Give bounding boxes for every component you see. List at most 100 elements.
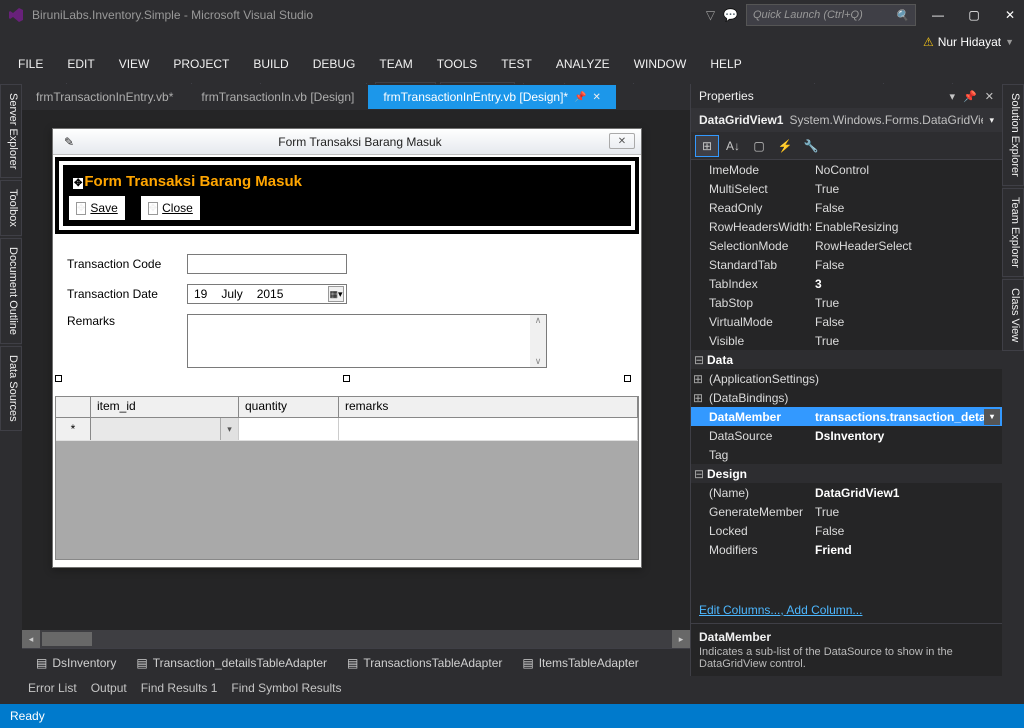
- team-explorer-tab[interactable]: Team Explorer: [1002, 188, 1024, 277]
- prop-value[interactable]: transactions.transaction_details: [815, 410, 984, 424]
- panel-menu-icon[interactable]: ▾: [950, 90, 956, 103]
- transaction-code-label[interactable]: Transaction Code: [67, 257, 187, 271]
- prop-name[interactable]: StandardTab: [691, 258, 811, 272]
- prop-value[interactable]: False: [811, 201, 1002, 215]
- form-close-icon[interactable]: ✕: [609, 133, 635, 149]
- tab-pin-icon[interactable]: 📌: [574, 92, 586, 103]
- prop-value[interactable]: True: [811, 334, 1002, 348]
- horizontal-scrollbar[interactable]: ◂ ▸: [22, 630, 690, 648]
- menu-build[interactable]: BUILD: [241, 54, 300, 76]
- toolbox-tab[interactable]: Toolbox: [0, 180, 22, 236]
- prop-value[interactable]: False: [811, 524, 1002, 538]
- prop-name[interactable]: Locked: [691, 524, 811, 538]
- tray-items-adapter[interactable]: ▤ItemsTableAdapter: [522, 656, 638, 670]
- find-results-1-tab[interactable]: Find Results 1: [141, 681, 218, 695]
- tray-transdetails-adapter[interactable]: ▤Transaction_detailsTableAdapter: [136, 656, 327, 670]
- dropdown-icon[interactable]: ▾: [984, 409, 1000, 425]
- prop-name[interactable]: Modifiers: [691, 543, 811, 557]
- cell-item-id[interactable]: ▾: [91, 418, 239, 440]
- category-design[interactable]: Design: [705, 467, 825, 481]
- collapse-icon[interactable]: ⊟: [691, 467, 705, 481]
- menu-tools[interactable]: TOOLS: [425, 54, 489, 76]
- alphabetical-button[interactable]: A↓: [721, 135, 745, 157]
- prop-value[interactable]: DataGridView1: [811, 486, 1002, 500]
- prop-value[interactable]: NoControl: [811, 163, 1002, 177]
- menu-window[interactable]: WINDOW: [622, 54, 699, 76]
- feedback-icon[interactable]: 💬: [723, 8, 738, 22]
- form-header-panel[interactable]: ✥Form Transaksi Barang Masuk ✥ Save ✥ Cl…: [63, 165, 631, 226]
- col-item-id[interactable]: item_id: [91, 397, 239, 417]
- scroll-right-icon[interactable]: ▸: [672, 630, 690, 648]
- prop-name[interactable]: Tag: [691, 448, 811, 462]
- resize-handle[interactable]: [55, 375, 62, 382]
- events-button[interactable]: ⚡: [773, 135, 797, 157]
- maximize-button[interactable]: ▢: [960, 5, 988, 25]
- combo-dropdown-icon[interactable]: ▾: [220, 418, 238, 440]
- prop-name[interactable]: ImeMode: [691, 163, 811, 177]
- prop-name[interactable]: GenerateMember: [691, 505, 811, 519]
- cell-remarks[interactable]: [339, 418, 638, 440]
- prop-value[interactable]: False: [811, 258, 1002, 272]
- scroll-up-icon[interactable]: ∧: [535, 315, 542, 326]
- menu-help[interactable]: HELP: [698, 54, 753, 76]
- property-pages-button[interactable]: 🔧: [799, 135, 823, 157]
- designer-surface[interactable]: ✎ Form Transaksi Barang Masuk ✕ ✥Form Tr…: [22, 110, 690, 676]
- menu-debug[interactable]: DEBUG: [301, 54, 368, 76]
- transaction-date-label[interactable]: Transaction Date: [67, 287, 187, 301]
- col-quantity[interactable]: quantity: [239, 397, 339, 417]
- prop-value[interactable]: EnableResizing: [811, 220, 1002, 234]
- property-grid[interactable]: ImeModeNoControl MultiSelectTrue ReadOnl…: [691, 160, 1002, 597]
- collapse-icon[interactable]: ⊟: [691, 353, 705, 367]
- tray-dsinventory[interactable]: ▤DsInventory: [36, 656, 116, 670]
- prop-value[interactable]: True: [811, 296, 1002, 310]
- prop-name[interactable]: Visible: [691, 334, 811, 348]
- prop-value[interactable]: False: [811, 315, 1002, 329]
- remarks-label[interactable]: Remarks: [67, 314, 187, 328]
- prop-name[interactable]: VirtualMode: [691, 315, 811, 329]
- col-remarks[interactable]: remarks: [339, 397, 638, 417]
- data-sources-tab[interactable]: Data Sources: [0, 346, 22, 431]
- doc-tab-3[interactable]: frmTransactionInEntry.vb [Design]*📌✕: [368, 85, 616, 109]
- category-data[interactable]: Data: [705, 353, 825, 367]
- menu-edit[interactable]: EDIT: [55, 54, 106, 76]
- selected-property-row[interactable]: DataMember transactions.transaction_deta…: [691, 407, 1002, 426]
- server-explorer-tab[interactable]: Server Explorer: [0, 84, 22, 178]
- menu-file[interactable]: FILE: [6, 54, 55, 76]
- prop-name[interactable]: (Name): [691, 486, 811, 500]
- save-form-button[interactable]: ✥ Save: [69, 196, 125, 220]
- menu-test[interactable]: TEST: [489, 54, 544, 76]
- expand-icon[interactable]: ⊞: [691, 372, 705, 386]
- signed-in-user[interactable]: ⚠ Nur Hidayat ▼: [923, 35, 1014, 49]
- datagridview[interactable]: item_id quantity remarks * ▾: [55, 396, 639, 560]
- prop-name[interactable]: RowHeadersWidthSizeMode: [691, 220, 811, 234]
- class-view-tab[interactable]: Class View: [1002, 279, 1024, 351]
- expand-icon[interactable]: ⊞: [691, 391, 705, 405]
- quick-launch-input[interactable]: Quick Launch (Ctrl+Q) 🔍: [746, 4, 916, 26]
- resize-handle[interactable]: [624, 375, 631, 382]
- output-tab[interactable]: Output: [91, 681, 127, 695]
- calendar-icon[interactable]: ▦▾: [328, 286, 344, 302]
- prop-value[interactable]: DsInventory: [811, 429, 1002, 443]
- prop-name[interactable]: (ApplicationSettings): [705, 372, 825, 386]
- properties-btn[interactable]: ▢: [747, 135, 771, 157]
- prop-value[interactable]: Friend: [811, 543, 1002, 557]
- prop-name[interactable]: TabStop: [691, 296, 811, 310]
- tab-close-icon[interactable]: ✕: [593, 92, 601, 103]
- prop-value[interactable]: True: [811, 182, 1002, 196]
- doc-tab-1[interactable]: frmTransactionInEntry.vb*: [22, 85, 187, 109]
- find-symbol-results-tab[interactable]: Find Symbol Results: [231, 681, 341, 695]
- edit-columns-link[interactable]: Edit Columns...: [699, 603, 780, 617]
- scroll-down-icon[interactable]: ∨: [535, 356, 542, 367]
- prop-value[interactable]: True: [811, 505, 1002, 519]
- prop-name[interactable]: MultiSelect: [691, 182, 811, 196]
- remarks-textarea[interactable]: ∧∨: [187, 314, 547, 368]
- prop-value[interactable]: 3: [811, 277, 1002, 291]
- properties-object-selector[interactable]: DataGridView1 System.Windows.Forms.DataG…: [691, 108, 1002, 132]
- grid-corner[interactable]: [56, 397, 91, 417]
- tray-transactions-adapter[interactable]: ▤TransactionsTableAdapter: [347, 656, 502, 670]
- table-row[interactable]: * ▾: [56, 418, 638, 441]
- transaction-date-picker[interactable]: 19 July 2015 ▦▾: [187, 284, 347, 304]
- add-column-link[interactable]: Add Column...: [786, 603, 862, 617]
- close-form-button[interactable]: ✥ Close: [141, 196, 200, 220]
- menu-team[interactable]: TEAM: [367, 54, 424, 76]
